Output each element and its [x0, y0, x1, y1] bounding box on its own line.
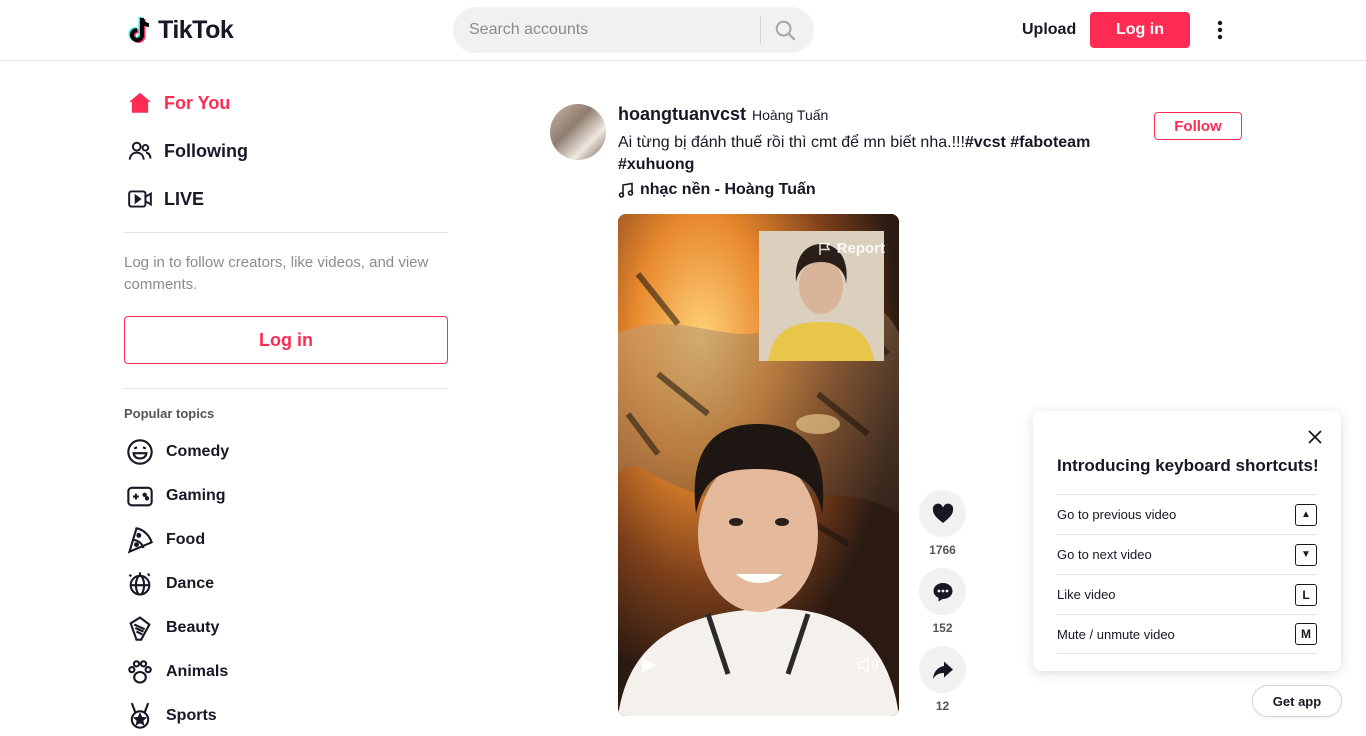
topic-label: Dance: [166, 575, 215, 592]
shortcut-row: Mute / unmute video M: [1057, 614, 1317, 654]
dance-icon: [124, 568, 156, 600]
search-button[interactable]: [769, 15, 801, 45]
top-header: TikTok Upload Log in: [0, 0, 1366, 61]
topic-label: Animals: [166, 663, 229, 680]
search-bar: [453, 7, 814, 53]
report-button[interactable]: Report: [818, 240, 885, 257]
sidebar-divider: [124, 388, 448, 389]
topic-gaming[interactable]: Gaming: [124, 476, 448, 516]
more-options-button[interactable]: [1208, 14, 1232, 46]
people-icon: [124, 135, 156, 167]
tiktok-logo[interactable]: TikTok: [128, 14, 234, 46]
login-prompt-text: Log in to follow creators, like videos, …: [124, 254, 429, 293]
shortcut-label: Like video: [1057, 587, 1116, 602]
topic-label: Gaming: [166, 487, 226, 504]
nav-label: LIVE: [164, 188, 205, 209]
topic-label: Beauty: [166, 619, 220, 636]
live-icon: [124, 183, 156, 215]
video-player[interactable]: Report: [618, 214, 899, 716]
topic-label: Comedy: [166, 443, 230, 460]
logo-text: TikTok: [158, 15, 234, 44]
play-icon[interactable]: [640, 655, 658, 680]
video-frame: [618, 214, 899, 716]
music-note-icon: [618, 182, 634, 198]
comedy-icon: [124, 436, 156, 468]
shortcut-row: Like video L: [1057, 574, 1317, 614]
nav-label: For You: [164, 92, 231, 113]
topic-animals[interactable]: Animals: [124, 652, 448, 692]
topic-label: Sports: [166, 707, 217, 724]
shortcut-row: Go to next video ▼: [1057, 534, 1317, 574]
hashtag-link[interactable]: #vcst: [965, 134, 1006, 151]
search-input[interactable]: [469, 7, 749, 53]
topic-sports[interactable]: Sports: [124, 696, 448, 736]
share-count: 12: [935, 699, 950, 713]
sidebar-login-button[interactable]: Log in: [124, 316, 448, 364]
beauty-icon: [124, 612, 156, 644]
close-icon: [1308, 430, 1322, 444]
video-caption: Ai từng bị đánh thuế rồi thì cmt để mn b…: [618, 132, 1098, 176]
flag-icon: [818, 242, 831, 255]
share-button[interactable]: [919, 646, 966, 693]
like-action: 1766: [919, 490, 966, 557]
header-login-button[interactable]: Log in: [1090, 12, 1190, 48]
nav-label: Following: [164, 140, 248, 161]
animals-icon: [124, 656, 156, 688]
comment-button[interactable]: [919, 568, 966, 615]
author-info[interactable]: hoangtuanvcst Hoàng Tuấn: [618, 104, 828, 125]
m-key-icon: M: [1295, 623, 1317, 645]
caption-text: Ai từng bị đánh thuế rồi thì cmt để mn b…: [618, 134, 965, 151]
nav-for-you[interactable]: For You: [124, 83, 448, 123]
keyboard-shortcuts-panel: Introducing keyboard shortcuts! Go to pr…: [1033, 411, 1341, 671]
sidebar-divider: [124, 232, 448, 233]
sidebar: For You Following LIVE Log in to follow …: [124, 61, 448, 729]
shortcut-label: Go to previous video: [1057, 507, 1177, 522]
like-count: 1766: [929, 543, 956, 557]
follow-button[interactable]: Follow: [1154, 112, 1242, 140]
topic-comedy[interactable]: Comedy: [124, 432, 448, 472]
topic-beauty[interactable]: Beauty: [124, 608, 448, 648]
upload-button[interactable]: Upload: [1010, 12, 1088, 48]
comment-count: 152: [932, 621, 953, 635]
food-icon: [124, 524, 156, 556]
tiktok-logo-icon: [128, 17, 150, 43]
share-action: 12: [919, 646, 966, 713]
home-icon: [124, 87, 156, 119]
hashtag-link[interactable]: #faboteam: [1010, 134, 1090, 151]
topic-label: Food: [166, 531, 206, 548]
like-button[interactable]: [919, 490, 966, 537]
gaming-icon: [124, 480, 156, 512]
nav-live[interactable]: LIVE: [124, 179, 448, 219]
search-icon: [775, 20, 796, 41]
heart-icon: [932, 503, 953, 523]
shortcut-label: Go to next video: [1057, 547, 1152, 562]
nav-following[interactable]: Following: [124, 131, 448, 171]
hashtag-link[interactable]: #xuhuong: [618, 156, 694, 173]
more-vertical-icon: [1217, 20, 1223, 40]
report-label: Report: [836, 240, 885, 257]
topic-food[interactable]: Food: [124, 520, 448, 560]
close-panel-button[interactable]: [1305, 427, 1325, 447]
arrow-down-key-icon: ▼: [1295, 543, 1317, 566]
author-id[interactable]: hoangtuanvcst: [618, 104, 746, 125]
volume-icon[interactable]: [857, 655, 881, 680]
l-key-icon: L: [1295, 583, 1317, 606]
arrow-up-key-icon: ▲: [1295, 503, 1317, 526]
author-nickname: Hoàng Tuấn: [752, 107, 829, 123]
popular-topics-title: Popular topics: [124, 406, 215, 421]
comment-action: 152: [919, 568, 966, 635]
sports-icon: [124, 700, 156, 732]
topic-dance[interactable]: Dance: [124, 564, 448, 604]
music-link[interactable]: nhạc nền - Hoàng Tuấn: [618, 181, 816, 199]
get-app-button[interactable]: Get app: [1252, 685, 1342, 717]
author-avatar[interactable]: [550, 104, 606, 160]
shortcut-row: Go to previous video ▲: [1057, 494, 1317, 534]
search-divider: [760, 16, 761, 44]
comment-icon: [933, 582, 952, 601]
panel-title: Introducing keyboard shortcuts!: [1057, 456, 1319, 475]
music-title: nhạc nền - Hoàng Tuấn: [640, 181, 816, 198]
shortcut-label: Mute / unmute video: [1057, 626, 1175, 642]
share-icon: [932, 661, 953, 679]
